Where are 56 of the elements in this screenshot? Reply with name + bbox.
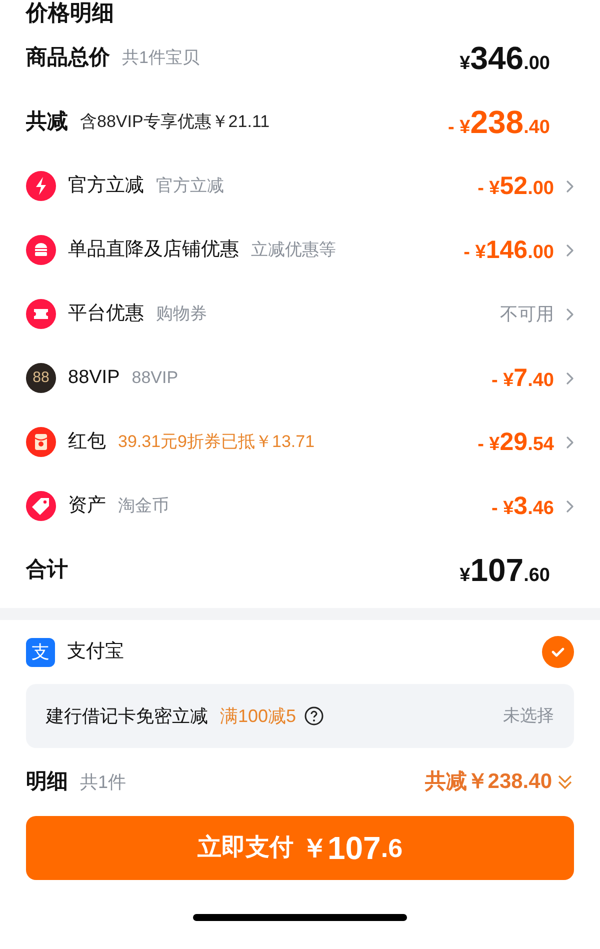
row-label: 官方立减: [68, 174, 144, 198]
discount-amount: - ¥7.40: [491, 363, 554, 393]
tag-icon: [26, 491, 56, 521]
row-label: 共减: [26, 109, 68, 136]
discount-row[interactable]: 88 88VIP 88VIP - ¥7.40: [26, 346, 574, 410]
row-label: 资产: [68, 494, 106, 518]
discount-row[interactable]: 平台优惠 购物券 不可用: [26, 282, 574, 346]
promo-offer: 满100减5: [220, 704, 296, 728]
row-note: 含88VIP专享优惠￥21.11: [80, 111, 270, 134]
row-note: 88VIP: [132, 367, 178, 390]
row-label: 红包: [68, 430, 106, 454]
ticket-icon: [26, 299, 56, 329]
row-note: 共1件宝贝: [122, 47, 200, 70]
chevron-right-icon: [566, 500, 574, 512]
total-label: 合计: [26, 557, 68, 584]
total-price: ¥107.60: [460, 550, 550, 590]
discount-row[interactable]: 红包 39.31元9折券已抵￥13.71 - ¥29.54: [26, 410, 574, 474]
row-label: 商品总价: [26, 44, 110, 72]
promo-status: 未选择: [503, 705, 554, 728]
row-label: 单品直降及店铺优惠: [68, 238, 239, 262]
detail-count: 共1件: [80, 770, 126, 794]
chevron-right-icon: [566, 436, 574, 448]
payment-logo: 支: [26, 638, 55, 666]
promo-label: 建行借记卡免密立减: [46, 704, 208, 728]
money-envelope-icon: [26, 427, 56, 457]
price: - ¥238.40: [448, 102, 550, 142]
chevron-right-icon: [566, 244, 574, 256]
discount-row[interactable]: 官方立减 官方立减 - ¥52.00: [26, 154, 574, 218]
discount-row[interactable]: 单品直降及店铺优惠 立减优惠等 - ¥146.00: [26, 218, 574, 282]
selected-check[interactable]: [542, 636, 574, 668]
status-text: 不可用: [500, 302, 554, 326]
price: ¥346.00: [460, 38, 550, 78]
row-note: 39.31元9折券已抵￥13.71: [118, 431, 315, 454]
promo-card[interactable]: 建行借记卡免密立减 满100减5 未选择: [26, 684, 574, 748]
discount-row[interactable]: 资产 淘金币 - ¥3.46: [26, 474, 574, 538]
vip-icon: 88: [26, 363, 56, 393]
help-icon[interactable]: [304, 706, 324, 726]
row-note: 购物券: [156, 303, 207, 326]
chevron-right-icon: [566, 180, 574, 192]
row-label: 平台优惠: [68, 302, 144, 326]
discount-amount: - ¥29.54: [478, 427, 554, 457]
discount-amount: - ¥52.00: [478, 171, 554, 201]
page-title: 价格明细: [26, 0, 115, 26]
discount-amount: - ¥3.46: [491, 491, 554, 521]
shop-icon: [26, 235, 56, 265]
discount-amount: - ¥146.00: [464, 235, 554, 265]
chevron-right-icon: [566, 372, 574, 384]
payment-name: 支付宝: [67, 640, 124, 664]
double-chevron-down-icon[interactable]: [556, 773, 574, 791]
row-note: 淘金币: [118, 495, 169, 518]
row-note: 立减优惠等: [251, 239, 336, 262]
lightning-icon: [26, 171, 56, 201]
chevron-right-icon: [566, 308, 574, 320]
row-label: 88VIP: [68, 366, 120, 390]
row-note: 官方立减: [156, 175, 224, 198]
detail-label: 明细: [26, 769, 68, 796]
